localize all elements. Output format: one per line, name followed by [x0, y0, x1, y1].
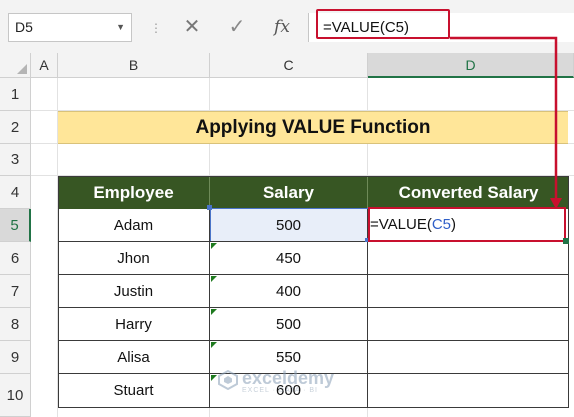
check-icon: ✓ [228, 16, 246, 38]
fill-handle[interactable] [563, 238, 569, 244]
header-employee[interactable]: Employee [58, 176, 210, 209]
header-converted-salary[interactable]: Converted Salary [368, 176, 569, 209]
column-header-b[interactable]: B [58, 53, 210, 78]
header-salary[interactable]: Salary [210, 176, 368, 209]
cell-employee[interactable]: Justin [58, 275, 210, 308]
cancel-button[interactable]: ✕ [170, 13, 214, 42]
number-as-text-indicator[interactable] [211, 243, 217, 249]
name-box-value: D5 [15, 19, 33, 35]
formula-highlight-box [316, 9, 450, 39]
sheet-title[interactable]: Applying VALUE Function [58, 111, 568, 144]
cell-converted[interactable] [368, 242, 569, 275]
chevron-down-icon[interactable]: ▼ [116, 14, 125, 41]
cell-converted[interactable] [368, 308, 569, 341]
row-header-10[interactable]: 10 [0, 374, 31, 417]
row-header-5[interactable]: 5 [0, 209, 31, 242]
cell-edit-text[interactable]: =VALUE(C5) [370, 209, 456, 240]
column-header-a[interactable]: A [31, 53, 58, 78]
column-header-d[interactable]: D [368, 53, 574, 78]
row-header-9[interactable]: 9 [0, 341, 31, 374]
row-header-2[interactable]: 2 [0, 111, 31, 144]
cell-employee[interactable]: Jhon [58, 242, 210, 275]
cell-salary[interactable]: 400 [210, 275, 368, 308]
number-as-text-indicator[interactable] [211, 276, 217, 282]
row-header-7[interactable]: 7 [0, 275, 31, 308]
select-all-icon [17, 64, 27, 74]
cell-employee[interactable]: Alisa [58, 341, 210, 374]
cell-salary[interactable]: 450 [210, 242, 368, 275]
row-header-8[interactable]: 8 [0, 308, 31, 341]
edit-formula-suffix: ) [451, 216, 457, 233]
number-as-text-indicator[interactable] [211, 309, 217, 315]
close-icon: ✕ [183, 16, 201, 38]
edit-formula-reference: C5 [431, 216, 452, 233]
number-as-text-indicator[interactable] [211, 375, 217, 381]
cell-employee[interactable]: Harry [58, 308, 210, 341]
insert-function-button[interactable]: fx [260, 13, 304, 42]
cell-employee[interactable]: Adam [58, 209, 210, 242]
watermark-name: exceldemy [242, 368, 335, 388]
column-header-c[interactable]: C [210, 53, 368, 78]
watermark: exceldemy EXCEL · DATA · BI [218, 368, 334, 395]
edit-formula-prefix: =VALUE( [370, 216, 432, 233]
select-all-corner[interactable] [0, 53, 31, 78]
cell-converted[interactable] [368, 374, 569, 407]
number-as-text-indicator[interactable] [211, 342, 217, 348]
range-handle[interactable] [207, 205, 212, 210]
exceldemy-logo-icon [218, 369, 238, 391]
name-box[interactable]: D5 ▼ [8, 13, 132, 42]
row-header-4[interactable]: 4 [0, 176, 31, 209]
cell-converted[interactable] [368, 275, 569, 308]
cell-employee[interactable]: Stuart [58, 374, 210, 407]
row-header-1[interactable]: 1 [0, 78, 31, 111]
row-header-6[interactable]: 6 [0, 242, 31, 275]
cell-converted[interactable] [368, 341, 569, 374]
cell-salary[interactable]: 500 [210, 209, 368, 242]
row-header-3[interactable]: 3 [0, 144, 31, 176]
fx-icon: fx [274, 17, 290, 37]
drag-handle-icon[interactable]: ⋮ [150, 16, 162, 40]
watermark-tagline: EXCEL · DATA · BI [242, 387, 318, 394]
cell-salary[interactable]: 500 [210, 308, 368, 341]
enter-button[interactable]: ✓ [215, 13, 259, 42]
